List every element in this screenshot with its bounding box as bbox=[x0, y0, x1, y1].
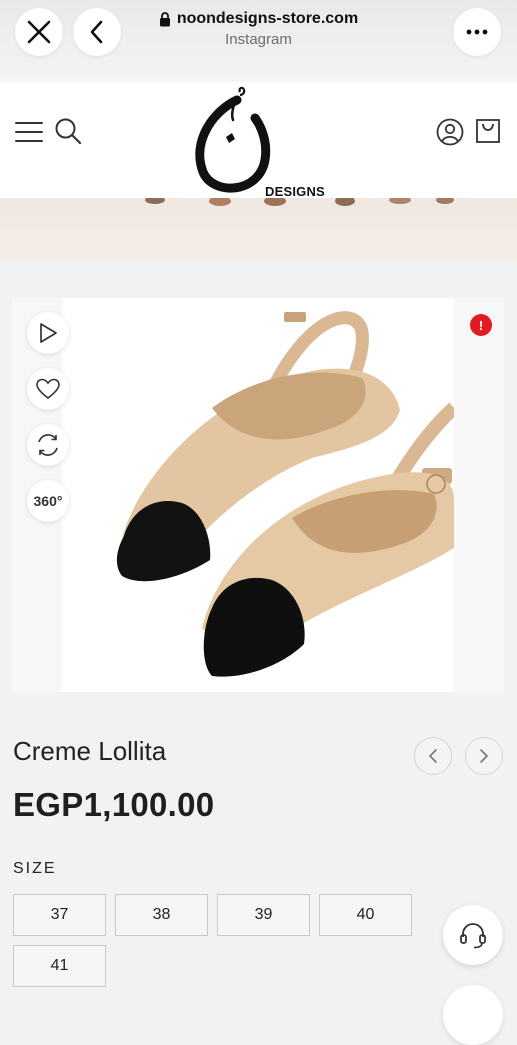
shopping-bag-icon bbox=[476, 119, 500, 143]
logo-text: DESIGNS bbox=[265, 184, 325, 199]
account-button[interactable] bbox=[435, 117, 465, 147]
page-url: noondesigns-store.com bbox=[176, 10, 359, 27]
more-icon bbox=[466, 29, 488, 35]
product-price: EGP1,100.00 bbox=[13, 786, 215, 823]
banner-shoes-graphic bbox=[0, 198, 517, 260]
cart-button[interactable] bbox=[474, 117, 502, 145]
product-gallery: 360° ! bbox=[12, 298, 504, 692]
hamburger-menu-icon bbox=[15, 122, 43, 142]
logo-mark bbox=[195, 86, 271, 193]
product-image[interactable] bbox=[62, 298, 454, 692]
size-option-39[interactable]: 39 bbox=[217, 894, 310, 936]
brand-logo[interactable] bbox=[185, 82, 335, 198]
headset-icon bbox=[460, 923, 486, 949]
rotate-button[interactable] bbox=[27, 424, 69, 466]
chevron-left-icon bbox=[428, 749, 437, 763]
close-icon bbox=[27, 20, 51, 44]
banner-image bbox=[0, 198, 517, 260]
size-option-41[interactable]: 41 bbox=[13, 945, 106, 987]
rotate-icon bbox=[38, 434, 58, 456]
search-button[interactable] bbox=[53, 116, 83, 146]
wishlist-button[interactable] bbox=[27, 368, 69, 410]
alert-badge[interactable]: ! bbox=[470, 314, 492, 336]
site-header: DESIGNS bbox=[0, 82, 517, 199]
menu-button[interactable] bbox=[15, 118, 43, 146]
size-option-40[interactable]: 40 bbox=[319, 894, 412, 936]
customer-support-button[interactable] bbox=[443, 905, 503, 965]
referrer-label: Instagram bbox=[225, 31, 292, 48]
size-label: SIZE bbox=[13, 860, 57, 877]
heart-icon bbox=[36, 378, 60, 400]
account-icon bbox=[436, 118, 464, 146]
lock-icon bbox=[159, 11, 170, 26]
floating-action-button[interactable] bbox=[443, 985, 503, 1045]
video-button[interactable] bbox=[27, 312, 69, 354]
more-options-button[interactable] bbox=[453, 8, 501, 56]
play-icon bbox=[40, 323, 57, 343]
product-title: Creme Lollita bbox=[13, 736, 167, 766]
chevron-left-icon bbox=[90, 20, 103, 44]
previous-product-button[interactable] bbox=[414, 737, 452, 775]
view-360-button[interactable]: 360° bbox=[27, 480, 69, 522]
close-button[interactable] bbox=[15, 8, 63, 56]
back-button[interactable] bbox=[73, 8, 121, 56]
chevron-right-icon bbox=[480, 749, 489, 763]
size-option-38[interactable]: 38 bbox=[115, 894, 208, 936]
next-product-button[interactable] bbox=[465, 737, 503, 775]
search-icon bbox=[55, 118, 82, 145]
address-bar[interactable]: noondesigns-store.com Instagram bbox=[120, 10, 397, 48]
size-option-37[interactable]: 37 bbox=[13, 894, 106, 936]
shoes-illustration bbox=[116, 311, 454, 677]
browser-toolbar: noondesigns-store.com Instagram bbox=[0, 0, 517, 82]
